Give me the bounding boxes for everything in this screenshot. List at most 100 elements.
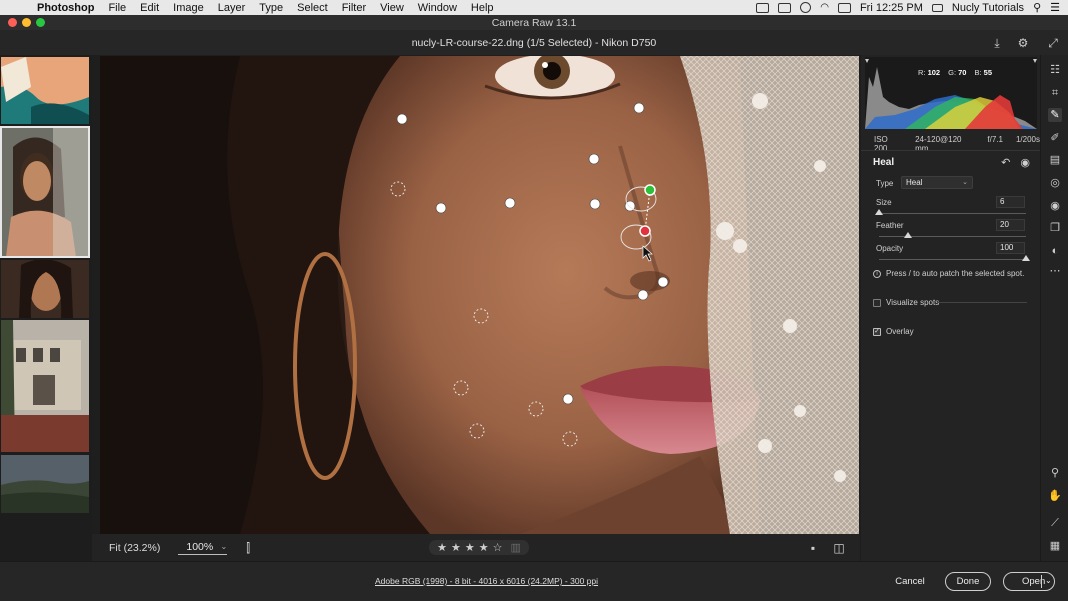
hand-tool-icon[interactable]: ✋ (1048, 489, 1062, 503)
feather-slider-track[interactable] (879, 236, 1026, 237)
grid-overlay-icon[interactable]: ▦ (1048, 539, 1062, 553)
visualize-spots-label: Visualize spots (886, 298, 940, 307)
menu-window[interactable]: Window (411, 2, 464, 14)
control-center-icon[interactable]: ☰ (1050, 1, 1060, 14)
toggle-filmstrip-icon[interactable]: ▪ (806, 541, 820, 555)
menu-select[interactable]: Select (290, 2, 335, 14)
b-value: 55 (983, 68, 992, 77)
file-header-title: nucly-LR-course-22.dng (1/5 Selected) - … (411, 36, 657, 49)
filmstrip-thumb-2-selected[interactable] (0, 126, 90, 258)
rating-star-3[interactable]: ★ (465, 541, 475, 554)
heal-spot-pin (657, 276, 669, 288)
zoom-level-dropdown[interactable]: 100% ⌄ (178, 540, 228, 555)
white-balance-eyedropper-icon[interactable]: ⟋ (1048, 516, 1062, 530)
compare-view-icon[interactable]: ⫿ (241, 541, 255, 555)
menu-edit[interactable]: Edit (133, 2, 166, 14)
feather-slider-thumb[interactable] (904, 232, 913, 238)
auto-patch-hint: i Press / to auto patch the selected spo… (873, 269, 1024, 278)
filmstrip-thumb-1[interactable] (1, 57, 89, 124)
healing-brush-icon[interactable]: ✎ (1048, 108, 1062, 122)
zoom-tool-icon[interactable]: ⚲ (1048, 466, 1062, 480)
creative-cloud-icon[interactable] (800, 2, 812, 13)
red-eye-icon[interactable]: ◉ (1048, 199, 1062, 213)
before-after-icon[interactable]: ◫ (832, 541, 846, 555)
visibility-eye-icon[interactable]: ◉ (1020, 156, 1030, 169)
window-title: Camera Raw 13.1 (491, 16, 577, 29)
rating-star-4[interactable]: ★ (479, 541, 489, 554)
size-slider-thumb[interactable] (875, 209, 883, 215)
presets-icon[interactable]: ◐ (1048, 244, 1062, 258)
heal-section-title: Heal (873, 157, 895, 168)
snapshots-icon[interactable]: ❐ (1048, 221, 1062, 235)
visualize-spots-checkbox[interactable] (873, 298, 881, 307)
save-image-icon[interactable]: ⤓ (990, 36, 1004, 50)
visualize-spots-row[interactable]: Visualize spots (873, 298, 939, 307)
auto-patch-hint-text: Press / to auto patch the selected spot. (886, 269, 1025, 278)
rating-star-1[interactable]: ★ (437, 541, 447, 554)
flag-icon[interactable] (931, 3, 943, 12)
file-header-bar: nucly-LR-course-22.dng (1/5 Selected) - … (0, 30, 1068, 55)
footer-bar: Adobe RGB (1998) - 8 bit - 4016 x 6016 (… (0, 561, 1068, 601)
menu-layer[interactable]: Layer (211, 2, 253, 14)
heal-spot-pin (396, 113, 408, 125)
minimize-window-button[interactable] (22, 18, 31, 27)
overlay-row[interactable]: ✓ Overlay (873, 327, 914, 336)
user-name-label[interactable]: Nucly Tutorials (952, 2, 1024, 14)
g-value: 70 (958, 68, 967, 77)
linear-gradient-icon[interactable]: ▤ (1048, 153, 1062, 167)
wifi-icon[interactable]: ◠ (820, 2, 829, 13)
reset-icon[interactable]: ↶ (1001, 156, 1010, 169)
opacity-slider-track[interactable] (879, 259, 1026, 260)
zoom-fit-button[interactable]: Fit (23.2%) (109, 542, 160, 554)
menu-image[interactable]: Image (166, 2, 211, 14)
workflow-options-link[interactable]: Adobe RGB (1998) - 8 bit - 4016 x 6016 (… (375, 576, 598, 586)
filmstrip (0, 55, 92, 561)
visualize-spots-slider[interactable] (937, 302, 1027, 303)
fullscreen-icon[interactable]: ⤢ (1046, 36, 1060, 50)
size-value-field[interactable]: 6 (996, 196, 1025, 208)
trash-icon[interactable]: ▥ (510, 541, 520, 554)
overlay-checkbox[interactable]: ✓ (873, 327, 881, 336)
opacity-slider-thumb[interactable] (1022, 255, 1030, 261)
camera-icon[interactable] (778, 2, 792, 13)
menu-type[interactable]: Type (252, 2, 290, 14)
cancel-button[interactable]: Cancel (885, 572, 935, 591)
open-options-chevron-icon[interactable]: ⌄ (1045, 576, 1052, 585)
done-button[interactable]: Done (945, 572, 991, 591)
heal-spot-pin (588, 153, 600, 165)
radial-gradient-icon[interactable]: ◎ (1048, 176, 1062, 190)
menu-file[interactable]: File (101, 2, 133, 14)
filmstrip-thumb-5[interactable] (1, 455, 89, 513)
size-label: Size (876, 198, 892, 207)
zoom-window-button[interactable] (36, 18, 45, 27)
screen-record-icon[interactable] (756, 2, 770, 13)
size-slider-track[interactable] (879, 213, 1026, 214)
opacity-label: Opacity (876, 244, 904, 253)
zoom-level-value: 100% (186, 540, 214, 553)
window-controls (8, 18, 45, 27)
menu-view[interactable]: View (373, 2, 411, 14)
rating-star-5[interactable]: ☆ (493, 541, 503, 554)
menu-filter[interactable]: Filter (335, 2, 373, 14)
heal-type-value: Heal (906, 178, 923, 187)
edit-sliders-icon[interactable]: ☷ (1048, 63, 1062, 77)
brush-tool-icon[interactable]: ✐ (1048, 131, 1062, 145)
image-canvas[interactable] (100, 56, 859, 534)
open-button[interactable]: Open ⌄ (1003, 572, 1055, 591)
airplay-icon[interactable] (837, 2, 851, 13)
rating-star-2[interactable]: ★ (451, 541, 461, 554)
settings-gear-icon[interactable]: ⚙ (1016, 36, 1030, 50)
filmstrip-thumb-4[interactable] (1, 320, 89, 452)
filmstrip-thumb-3[interactable] (1, 260, 89, 318)
heal-spot-pin (562, 393, 574, 405)
clock-label[interactable]: Fri 12:25 PM (860, 2, 923, 14)
more-options-icon[interactable]: ⋯ (1048, 264, 1062, 278)
spotlight-search-icon[interactable]: ⚲ (1033, 1, 1041, 14)
close-window-button[interactable] (8, 18, 17, 27)
menu-help[interactable]: Help (464, 2, 501, 14)
app-menu[interactable]: Photoshop (30, 2, 101, 14)
crop-tool-icon[interactable]: ⌗ (1048, 86, 1062, 100)
opacity-value-field[interactable]: 100 (996, 242, 1025, 254)
heal-type-dropdown[interactable]: Heal ⌄ (901, 176, 973, 189)
feather-value-field[interactable]: 20 (996, 219, 1025, 231)
